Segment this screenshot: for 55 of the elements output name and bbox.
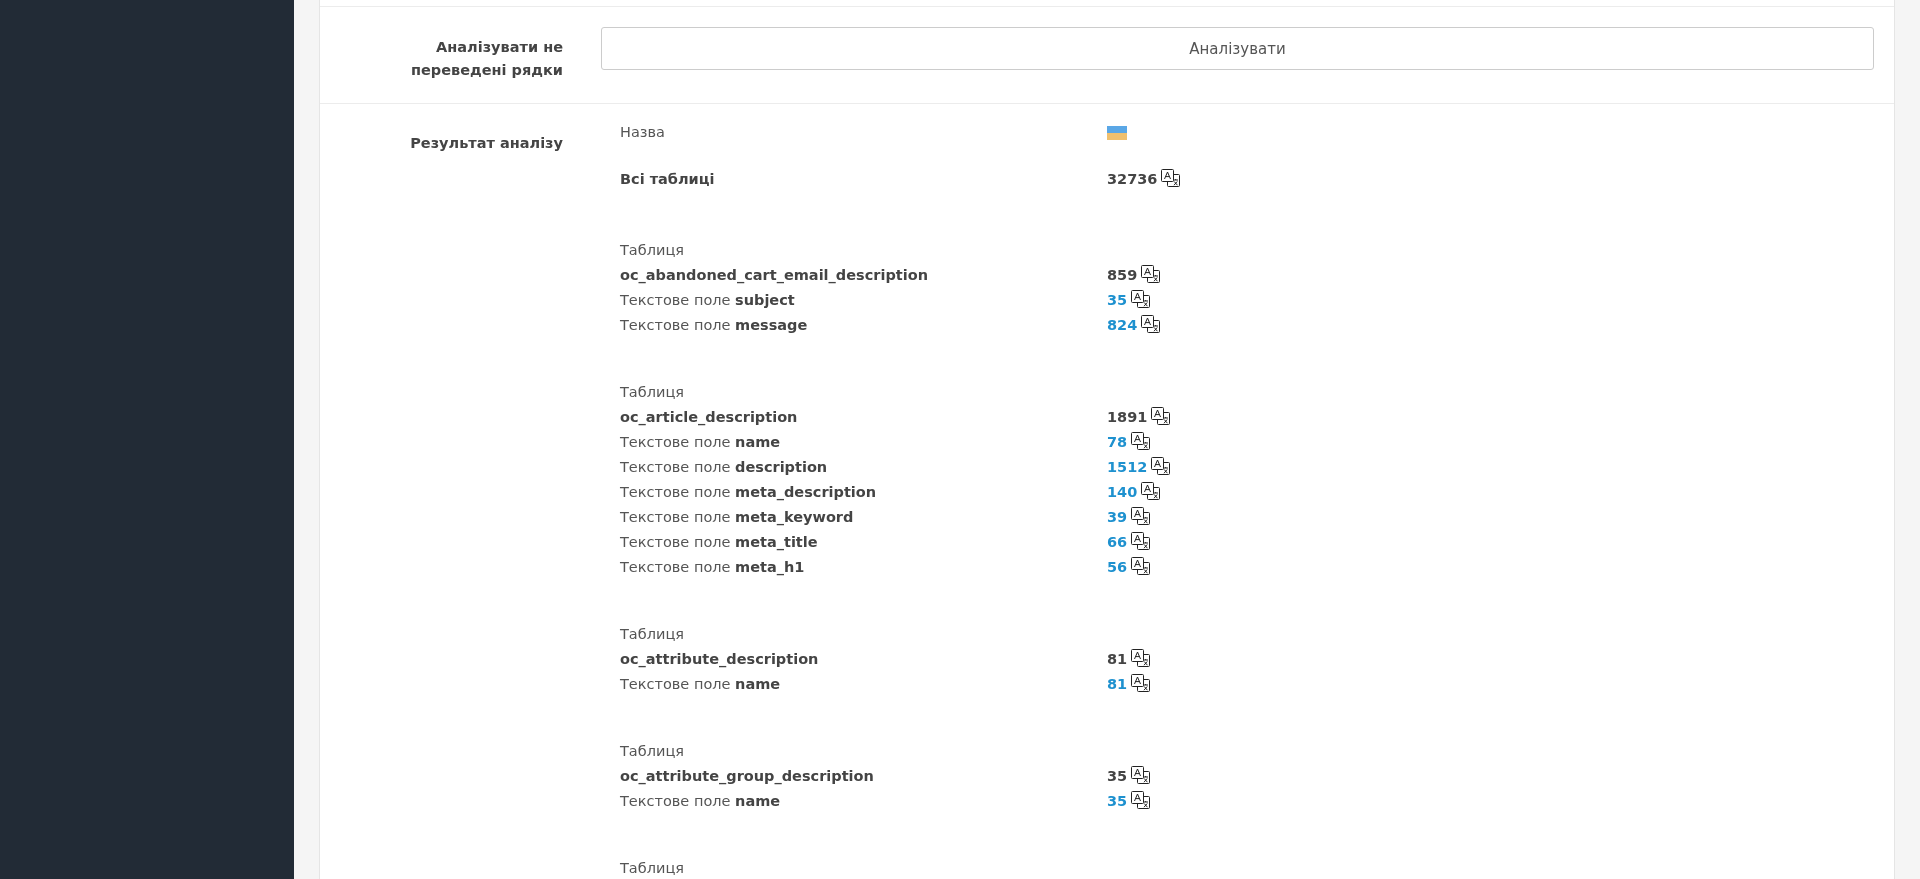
translate-icon[interactable] xyxy=(1141,482,1161,500)
text-field-label: Текстове поле description xyxy=(620,457,829,477)
table-name: oc_article_description xyxy=(620,407,799,428)
text-field-label: Текстове поле meta_keyword xyxy=(620,507,855,528)
table-caption: Таблиця xyxy=(620,858,684,878)
text-field-label: Текстове поле subject xyxy=(620,290,796,310)
translate-icon[interactable] xyxy=(1131,791,1151,809)
table-name: oc_abandoned_cart_email_description xyxy=(620,265,929,286)
translate-icon[interactable] xyxy=(1131,507,1151,525)
text-field-label: Текстове поле meta_description xyxy=(620,482,878,503)
translate-icon[interactable] xyxy=(1141,265,1161,283)
table-name: oc_attribute_group_description xyxy=(620,766,875,787)
translate-icon[interactable] xyxy=(1131,432,1151,450)
flag-icon xyxy=(1107,125,1127,140)
text-field-label: Текстове поле meta_title xyxy=(620,532,819,553)
field-count-link[interactable]: 140 xyxy=(1107,481,1138,504)
field-count-link[interactable]: 39 xyxy=(1107,506,1128,529)
table-caption: Таблиця xyxy=(620,741,684,761)
table-name: oc_attribute_description xyxy=(620,649,820,670)
field-count-link[interactable]: 35 xyxy=(1107,790,1128,813)
table-count: 35 xyxy=(1107,766,1128,786)
result-label: Результат аналізу xyxy=(409,134,563,153)
translate-icon[interactable] xyxy=(1131,557,1151,575)
analyze-label: Аналізувати не переведені рядки xyxy=(409,38,563,80)
field-count-link[interactable]: 35 xyxy=(1107,289,1128,312)
text-field-label: Текстове поле name xyxy=(620,432,782,452)
translate-icon[interactable] xyxy=(1151,457,1171,475)
table-count: 1891 xyxy=(1107,407,1148,427)
translate-icon[interactable] xyxy=(1131,649,1151,667)
translate-icon[interactable] xyxy=(1141,315,1161,333)
text-field-label: Текстове поле name xyxy=(620,674,782,694)
table-count: 32736 xyxy=(1107,169,1158,189)
field-count-link[interactable]: 78 xyxy=(1107,431,1128,454)
text-field-label: Текстове поле message xyxy=(620,315,809,335)
analyze-button[interactable]: Аналізувати xyxy=(601,27,1874,70)
name-column-heading: Назва xyxy=(620,122,666,142)
table-caption: Таблиця xyxy=(620,382,684,402)
text-field-label: Текстове поле name xyxy=(620,791,782,811)
table-caption: Таблиця xyxy=(620,624,684,644)
table-count: 81 xyxy=(1107,649,1128,669)
field-count-link[interactable]: 56 xyxy=(1107,556,1128,579)
translate-icon[interactable] xyxy=(1161,169,1181,187)
translate-icon[interactable] xyxy=(1151,407,1171,425)
translate-icon[interactable] xyxy=(1131,532,1151,550)
field-count-link[interactable]: 66 xyxy=(1107,531,1128,554)
total-label: Всі таблиці xyxy=(620,169,716,189)
text-field-label: Текстове поле meta_h1 xyxy=(620,557,806,578)
translate-icon[interactable] xyxy=(1131,674,1151,692)
translate-icon[interactable] xyxy=(1131,766,1151,784)
table-count: 859 xyxy=(1107,265,1138,285)
field-count-link[interactable]: 81 xyxy=(1107,673,1128,696)
field-count-link[interactable]: 824 xyxy=(1107,314,1138,337)
field-count-link[interactable]: 1512 xyxy=(1107,456,1148,479)
translate-icon[interactable] xyxy=(1131,290,1151,308)
table-caption: Таблиця xyxy=(620,240,684,260)
